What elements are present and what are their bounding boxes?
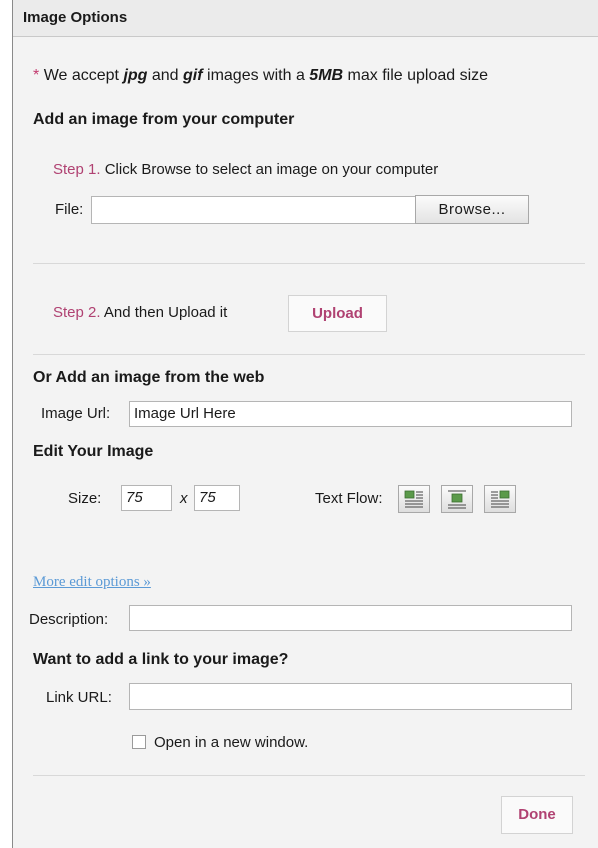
align-center-icon — [448, 490, 466, 509]
section-divider — [33, 354, 585, 355]
step2-label: Step 2. — [53, 304, 101, 321]
done-button[interactable]: Done — [501, 796, 573, 834]
text-flow-right-button[interactable] — [484, 485, 516, 513]
description-input[interactable] — [129, 605, 572, 631]
file-label: File: — [55, 201, 84, 218]
dialog-header: Image Options — [13, 0, 598, 37]
align-right-icon — [491, 490, 510, 508]
description-label: Description: — [29, 611, 109, 628]
new-window-label: Open in a new window. — [154, 734, 309, 751]
dialog-title: Image Options — [23, 9, 128, 26]
text-flow-left-button[interactable] — [398, 485, 430, 513]
link-url-input[interactable] — [129, 683, 572, 710]
text-flow-center-button[interactable] — [441, 485, 473, 513]
text-flow-label: Text Flow: — [315, 490, 383, 507]
more-edit-options-link[interactable]: More edit options » — [33, 574, 151, 591]
image-url-label: Image Url: — [41, 405, 111, 422]
step2-text: And then Upload it — [103, 304, 228, 321]
section-divider — [33, 775, 585, 776]
required-asterisk: * — [33, 67, 40, 84]
section-divider — [33, 263, 585, 264]
upload-button[interactable]: Upload — [288, 295, 387, 332]
step2-instruction: Step 2. And then Upload it — [53, 304, 227, 321]
link-section-heading: Want to add a link to your image? — [33, 651, 289, 668]
align-left-icon — [404, 490, 423, 508]
format-jpg: jpg — [123, 67, 148, 84]
image-url-input[interactable]: Image Url Here — [129, 401, 572, 427]
web-section-heading: Or Add an image from the web — [33, 369, 265, 386]
format-gif: gif — [183, 67, 203, 84]
upload-note: * We accept jpg and gif images with a 5M… — [33, 67, 489, 84]
step1-label: Step 1. — [53, 161, 101, 178]
max-size: 5MB — [309, 67, 344, 84]
file-input[interactable] — [91, 196, 417, 224]
step1-text: Click Browse to select an image on your … — [104, 161, 439, 178]
computer-section-heading: Add an image from your computer — [33, 111, 295, 128]
image-options-dialog: Image Options * We accept jpg and gif im… — [12, 0, 598, 848]
size-label: Size: — [68, 490, 102, 507]
step1-instruction: Step 1. Click Browse to select an image … — [53, 161, 438, 178]
times-symbol: x — [180, 490, 188, 507]
link-url-label: Link URL: — [46, 689, 112, 706]
new-window-checkbox[interactable] — [132, 735, 146, 749]
width-input[interactable]: 75 — [121, 485, 172, 511]
edit-section-heading: Edit Your Image — [33, 443, 154, 460]
height-input[interactable]: 75 — [194, 485, 240, 511]
browse-button[interactable]: Browse... — [415, 195, 529, 224]
